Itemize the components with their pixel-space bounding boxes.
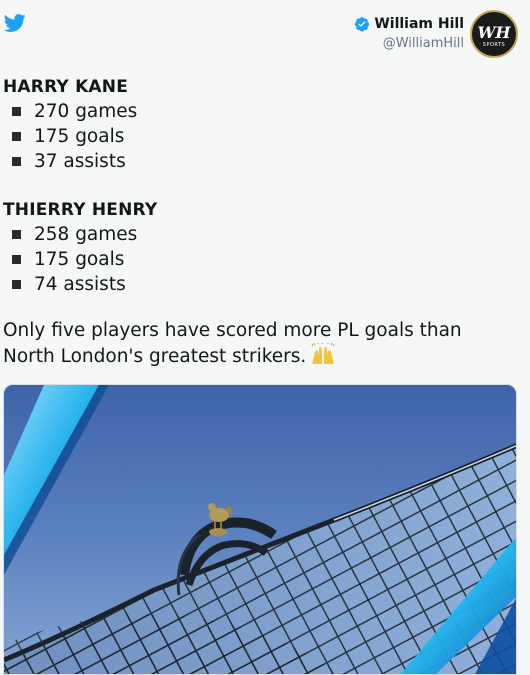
stat-text: 258 games <box>34 224 138 245</box>
tweet-body: Only five players have scored more PL go… <box>3 319 503 369</box>
bullet-icon <box>12 230 21 239</box>
stat-list: 270 games 175 goals 37 assists <box>3 99 523 174</box>
stats-section-kane: HARRY KANE 270 games 175 goals 37 assist… <box>3 76 523 174</box>
author-handle[interactable]: @WilliamHill <box>354 36 464 51</box>
section-title: THIERRY HENRY <box>3 200 158 220</box>
stats-section-henry: THIERRY HENRY 258 games 175 goals 74 ass… <box>3 199 523 297</box>
twitter-bird-icon[interactable] <box>3 12 27 34</box>
stat-text: 175 goals <box>34 126 125 147</box>
author-display-name[interactable]: William Hill <box>374 16 464 32</box>
stat-text: 270 games <box>34 101 138 122</box>
list-item: 270 games <box>3 99 523 124</box>
stat-text: 175 goals <box>34 249 125 270</box>
tweet-media-photo[interactable] <box>3 384 517 675</box>
avatar-logo: WH <box>477 22 511 42</box>
section-title: HARRY KANE <box>3 77 129 97</box>
tweet-text: HARRY KANE 270 games 175 goals 37 assist… <box>3 76 523 369</box>
author-text: William Hill @WilliamHill <box>354 16 464 51</box>
raising-hands-emoji <box>311 343 335 364</box>
verified-badge-icon <box>355 17 370 32</box>
avatar-sub-label: SPORTS <box>482 41 506 48</box>
bullet-icon <box>12 280 21 289</box>
bullet-icon <box>12 107 21 116</box>
list-item: 175 goals <box>3 247 523 272</box>
avatar[interactable]: WH SPORTS <box>470 10 518 58</box>
list-item: 37 assists <box>3 149 523 174</box>
bullet-icon <box>12 157 21 166</box>
author-name-row: William Hill <box>354 16 464 32</box>
tweet-body-text: Only five players have scored more PL go… <box>3 320 462 367</box>
stadium-photo <box>4 385 516 674</box>
list-item: 175 goals <box>3 124 523 149</box>
bullet-icon <box>12 132 21 141</box>
stat-text: 74 assists <box>34 274 126 295</box>
list-item: 258 games <box>3 222 523 247</box>
tweet-author[interactable]: William Hill @WilliamHill WH SPORTS <box>354 10 518 62</box>
stat-text: 37 assists <box>34 151 126 172</box>
bullet-icon <box>12 255 21 264</box>
stat-list: 258 games 175 goals 74 assists <box>3 222 523 297</box>
list-item: 74 assists <box>3 272 523 297</box>
